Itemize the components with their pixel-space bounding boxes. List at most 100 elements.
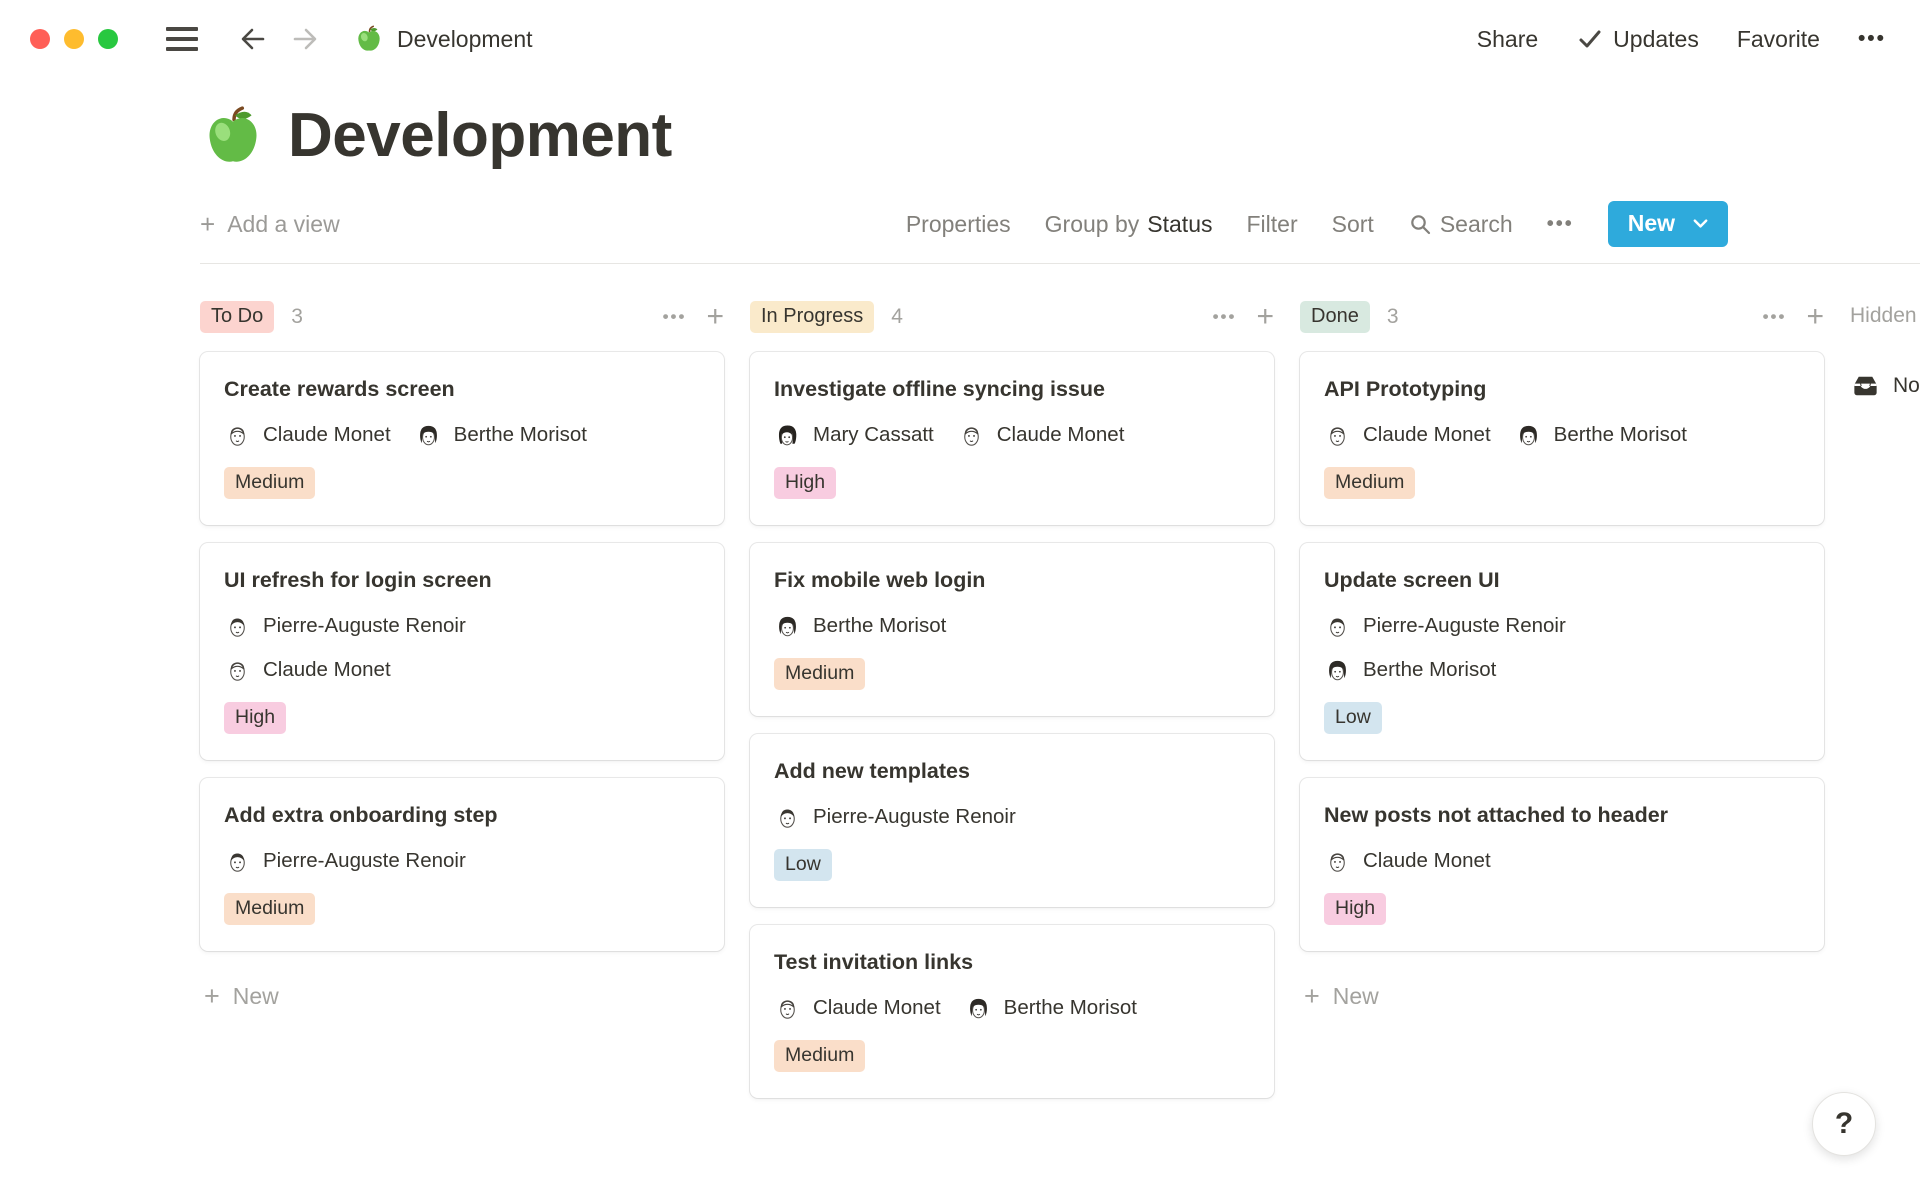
assignee-name: Pierre-Auguste Renoir — [1363, 614, 1566, 638]
assignee-name: Berthe Morisot — [1554, 423, 1687, 447]
kanban-card[interactable]: Create rewards screen Claude Monet Berthe … — [200, 352, 724, 525]
kanban-card[interactable]: Investigate offline syncing issueMary Ca… — [750, 352, 1274, 525]
search-button[interactable]: Search — [1408, 211, 1513, 238]
card-assignees: Pierre-Auguste Renoir Berthe Morisot — [1324, 613, 1800, 684]
card-title: Test invitation links — [774, 949, 1250, 976]
kanban-card[interactable]: API PrototypingClaude MonetBerthe Moriso… — [1300, 352, 1824, 525]
hidden-group-no-status[interactable]: No Status — [1850, 370, 1920, 401]
assignee: Berthe Morisot — [774, 613, 946, 640]
properties-button[interactable]: Properties — [906, 211, 1011, 238]
more-options-icon[interactable]: ••• — [1858, 27, 1886, 51]
assignee-name: Claude Monet — [813, 996, 941, 1020]
assignee-name: Berthe Morisot — [454, 423, 587, 447]
priority-badge: High — [224, 702, 286, 734]
add-view-button[interactable]: + Add a view — [200, 209, 340, 240]
avatar-morisot — [965, 995, 992, 1022]
priority-badge: Medium — [224, 893, 315, 925]
avatar-renoir — [224, 613, 251, 640]
column-add-icon[interactable]: + — [1256, 302, 1274, 332]
close-window-button[interactable] — [30, 29, 50, 49]
plus-icon: + — [200, 209, 215, 240]
card-assignees: Pierre-Auguste Renoir — [224, 848, 700, 875]
chevron-down-icon — [1691, 214, 1710, 233]
priority-badge: Medium — [774, 1040, 865, 1072]
avatar-monet — [1324, 848, 1351, 875]
column-add-icon[interactable]: + — [1806, 302, 1824, 332]
kanban-card[interactable]: Update screen UI Pierre-Auguste Renoir Ber… — [1300, 543, 1824, 760]
assignee: Pierre-Auguste Renoir — [224, 848, 466, 875]
minimize-window-button[interactable] — [64, 29, 84, 49]
back-arrow-icon[interactable] — [238, 24, 268, 54]
priority-badge: High — [774, 467, 836, 499]
assignee-name: Pierre-Auguste Renoir — [263, 614, 466, 638]
column-more-icon[interactable]: ••• — [1213, 307, 1237, 327]
avatar-renoir — [1324, 613, 1351, 640]
view-more-options-icon[interactable]: ••• — [1547, 213, 1574, 236]
maximize-window-button[interactable] — [98, 29, 118, 49]
assignee-name: Claude Monet — [997, 423, 1125, 447]
updates-button[interactable]: Updates — [1576, 25, 1699, 53]
assignee: Berthe Morisot — [965, 995, 1137, 1022]
assignee-name: Pierre-Auguste Renoir — [813, 805, 1016, 829]
avatar-monet — [774, 995, 801, 1022]
group-by-value: Status — [1147, 211, 1212, 238]
column-status-pill[interactable]: In Progress — [750, 301, 874, 333]
sort-button[interactable]: Sort — [1332, 211, 1374, 238]
assignee-name: Claude Monet — [263, 423, 391, 447]
avatar-morisot — [1515, 422, 1542, 449]
window-titlebar: Development Share Updates Favorite ••• — [0, 0, 1920, 78]
card-title: Create rewards screen — [224, 376, 700, 403]
sidebar-menu-icon[interactable] — [166, 27, 198, 51]
priority-badge: Medium — [774, 658, 865, 690]
new-button[interactable]: New — [1608, 201, 1728, 247]
column-count: 3 — [1387, 305, 1399, 329]
favorite-button[interactable]: Favorite — [1737, 26, 1820, 53]
card-title: Add new templates — [774, 758, 1250, 785]
card-title: New posts not attached to header — [1324, 802, 1800, 829]
assignee-name: Claude Monet — [263, 658, 391, 682]
card-assignees: Berthe Morisot — [774, 613, 1250, 640]
column-status-pill[interactable]: Done — [1300, 301, 1370, 333]
kanban-card[interactable]: Add extra onboarding stepPierre-Auguste … — [200, 778, 724, 951]
add-card-button[interactable]: +New — [204, 981, 724, 1012]
help-button[interactable]: ? — [1812, 1092, 1876, 1156]
kanban-card[interactable]: Fix mobile web login Berthe Morisot Medium — [750, 543, 1274, 716]
priority-badge: Low — [774, 849, 832, 881]
filter-button[interactable]: Filter — [1247, 211, 1298, 238]
column-more-icon[interactable]: ••• — [1763, 307, 1787, 327]
assignee: Claude Monet — [774, 995, 941, 1022]
assignee-name: Claude Monet — [1363, 849, 1491, 873]
kanban-card[interactable]: Add new templates Pierre-Auguste Renoir Lo… — [750, 734, 1274, 907]
card-title: Investigate offline syncing issue — [774, 376, 1250, 403]
card-title: Fix mobile web login — [774, 567, 1250, 594]
column-status-pill[interactable]: To Do — [200, 301, 274, 333]
green-apple-icon — [354, 24, 384, 54]
share-button[interactable]: Share — [1477, 26, 1538, 53]
kanban-card[interactable]: UI refresh for login screen Pierre-August… — [200, 543, 724, 760]
add-card-button[interactable]: +New — [1304, 981, 1824, 1012]
board-column: To Do3•••+Create rewards screenClaude Mo… — [200, 298, 724, 1012]
card-assignees: Pierre-Auguste Renoir Claude Monet — [224, 613, 700, 684]
avatar-morisot — [1324, 657, 1351, 684]
avatar-monet — [1324, 422, 1351, 449]
priority-badge: Medium — [1324, 467, 1415, 499]
assignee: Claude Monet — [224, 422, 391, 449]
assignee-name: Berthe Morisot — [1363, 658, 1496, 682]
assignee: Claude Monet — [958, 422, 1125, 449]
kanban-card[interactable]: Test invitation links Claude Monet Berthe … — [750, 925, 1274, 1098]
page-title: Development — [288, 100, 672, 171]
group-by-button[interactable]: Group by Status — [1045, 211, 1213, 238]
card-title: UI refresh for login screen — [224, 567, 700, 594]
column-add-icon[interactable]: + — [706, 302, 724, 332]
column-more-icon[interactable]: ••• — [663, 307, 687, 327]
card-title: Update screen UI — [1324, 567, 1800, 594]
hidden-columns-label: Hidden columns — [1850, 304, 1920, 328]
assignee-name: Berthe Morisot — [813, 614, 946, 638]
kanban-card[interactable]: New posts not attached to header Claude M… — [1300, 778, 1824, 951]
column-header: Done 3 ••• + — [1300, 298, 1824, 336]
page-icon-green-apple[interactable] — [200, 103, 266, 169]
card-assignees: Claude Monet Berthe Morisot — [224, 422, 700, 449]
board-column: Done 3 ••• + API PrototypingClaude MonetBert… — [1300, 298, 1824, 1012]
forward-arrow-icon[interactable] — [290, 24, 320, 54]
assignee-name: Berthe Morisot — [1004, 996, 1137, 1020]
